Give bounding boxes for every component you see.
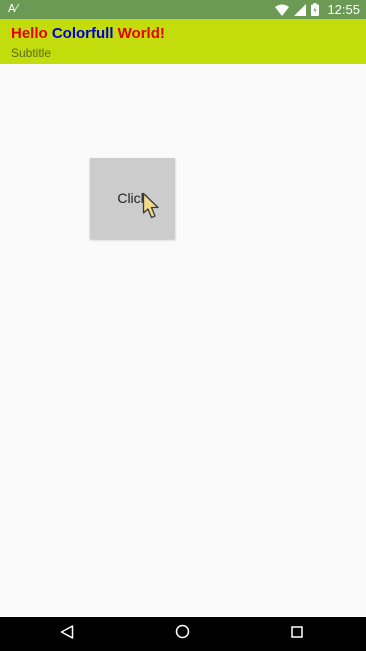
title-part-hello: Hello — [11, 25, 52, 42]
back-button[interactable] — [60, 617, 74, 651]
status-bar: A⁄ 12:55 — [0, 0, 366, 19]
back-icon — [60, 624, 74, 644]
mouse-cursor-icon — [142, 192, 164, 225]
recents-button[interactable] — [291, 617, 303, 651]
notification-icon: A⁄ — [8, 2, 18, 15]
recents-icon — [291, 625, 303, 643]
app-title: Hello Colorfull World! — [11, 25, 165, 43]
navigation-bar — [0, 617, 366, 651]
title-part-world: World! — [117, 25, 165, 42]
app-bar: Hello Colorfull World! Subtitle — [0, 19, 366, 64]
app-subtitle: Subtitle — [11, 46, 52, 60]
status-icons: 12:55 — [275, 0, 360, 19]
home-icon — [175, 624, 190, 644]
wifi-icon — [275, 4, 290, 16]
home-button[interactable] — [175, 617, 190, 651]
battery-icon — [311, 3, 320, 16]
clock: 12:55 — [327, 2, 360, 17]
main-content: Click — [0, 64, 366, 617]
signal-icon — [294, 3, 307, 16]
title-part-colorfull: Colorfull — [51, 25, 118, 42]
